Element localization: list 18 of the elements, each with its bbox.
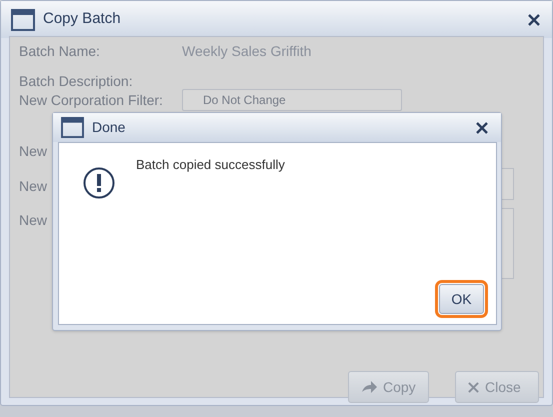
dropdown[interactable]: Do Not Change	[182, 89, 402, 111]
field-label: New	[19, 177, 48, 196]
window-icon	[11, 8, 35, 30]
exclamation-icon	[83, 167, 115, 199]
dialog-title: Done	[92, 118, 126, 137]
field-label: New Corporation Filter:	[19, 91, 164, 110]
message-text: Batch copied successfully	[136, 156, 285, 174]
close-icon	[468, 382, 479, 392]
close-button[interactable]	[526, 12, 542, 28]
window-title: Copy Batch	[43, 9, 121, 30]
window-icon	[61, 117, 84, 138]
field-value: Weekly Sales Griffith	[182, 42, 312, 61]
arrow-icon	[361, 381, 377, 393]
field-label: Batch Description:	[19, 72, 133, 91]
field-label: New	[19, 142, 48, 161]
close-button[interactable]	[475, 120, 489, 134]
field-label: New	[19, 211, 48, 230]
field-label: Batch Name:	[19, 42, 101, 61]
